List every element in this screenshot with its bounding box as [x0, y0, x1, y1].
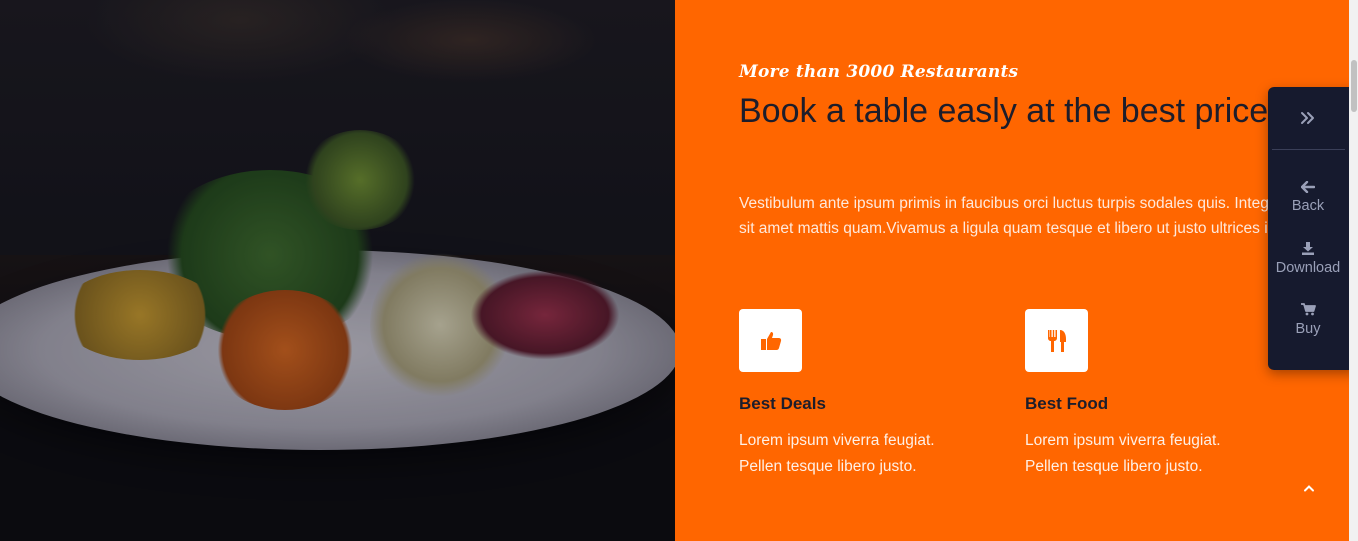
back-button[interactable]: Back — [1268, 181, 1348, 231]
feature-text: Lorem ipsum viverra feugiat. Pellen tesq… — [1025, 428, 1285, 480]
buy-label: Buy — [1295, 321, 1321, 337]
food-photo — [0, 0, 675, 541]
buy-button[interactable]: Buy — [1268, 303, 1348, 353]
panel-divider — [1272, 149, 1345, 150]
page-scrollbar-thumb[interactable] — [1351, 60, 1357, 112]
feature-icon-box — [1025, 309, 1088, 372]
thumbs-up-icon — [760, 331, 781, 350]
download-button[interactable]: Download — [1268, 242, 1348, 292]
feature-text-line: Lorem ipsum viverra feugiat. — [739, 432, 935, 449]
booking-section: More than 3000 Restaurants Book a table … — [675, 0, 1349, 541]
download-label: Download — [1275, 260, 1341, 276]
photo-overlay — [0, 0, 675, 541]
feature-icon-box — [739, 309, 802, 372]
section-description: Vestibulum ante ipsum primis in faucibus… — [739, 195, 1283, 237]
feature-text: Lorem ipsum viverra feugiat. Pellen tesq… — [739, 428, 999, 480]
feature-title: Best Food — [1025, 394, 1109, 413]
feature-text-line: Pellen tesque libero justo. — [1025, 458, 1203, 475]
scroll-to-top-button[interactable] — [1299, 478, 1319, 498]
feature-best-food: Best Food Lorem ipsum viverra feugiat. P… — [1025, 309, 1285, 480]
chevron-up-icon — [1304, 485, 1314, 492]
cart-icon — [1300, 303, 1316, 316]
feature-title: Best Deals — [739, 394, 826, 413]
double-chevron-right-icon — [1301, 112, 1314, 124]
section-eyebrow: More than 3000 Restaurants — [739, 62, 1019, 82]
section-headline: Book a table easly at the best price — [739, 92, 1269, 130]
fork-knife-icon — [1047, 329, 1066, 352]
back-label: Back — [1291, 198, 1325, 214]
panel-toggle-button[interactable] — [1268, 87, 1348, 149]
arrow-left-icon — [1301, 181, 1315, 193]
feature-text-line: Lorem ipsum viverra feugiat. — [1025, 432, 1221, 449]
feature-best-deals: Best Deals Lorem ipsum viverra feugiat. … — [739, 309, 999, 480]
feature-text-line: Pellen tesque libero justo. — [739, 458, 917, 475]
side-panel: Back Download Buy — [1268, 87, 1358, 370]
download-icon — [1302, 242, 1314, 255]
